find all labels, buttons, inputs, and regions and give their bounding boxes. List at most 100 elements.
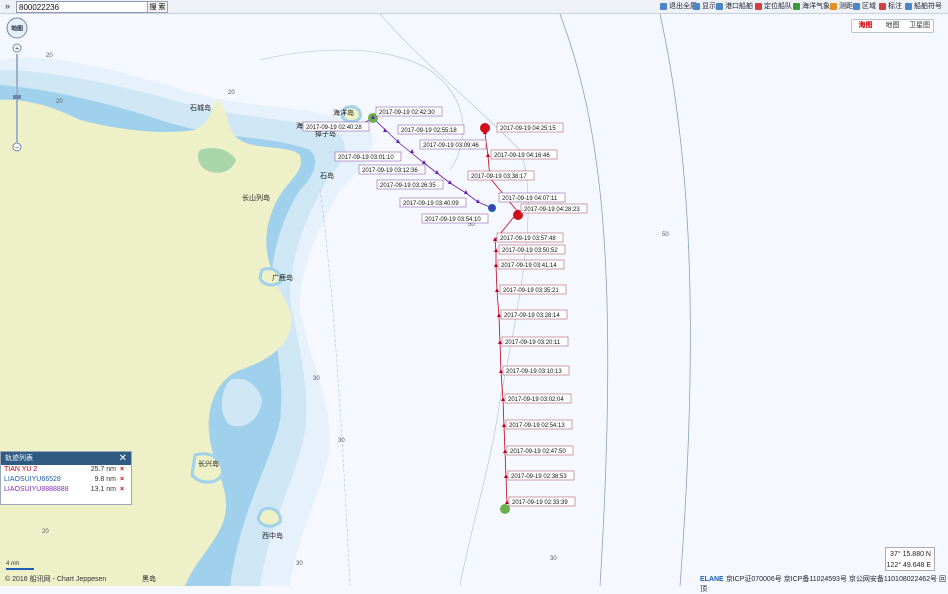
search-input[interactable] [16,1,148,13]
footer-links: ELANE 京ICP证070006号 京ICP备11024593号 京公网安备1… [700,574,948,594]
red-track-time-label: 2017-09-19 02:33:39 [512,500,568,506]
purple-track-time-label: 2017-09-19 03:09:46 [423,143,479,149]
scale-label: 4 nm [6,561,20,567]
toolbar-item[interactable]: 退出全屏 [660,1,697,11]
purple-track-time-label: 2017-09-19 03:26:35 [380,183,436,189]
toolbar-item-label: 定位船队 [764,3,792,10]
close-icon[interactable]: ✕ [119,452,127,465]
toolbar-item-icon [830,2,837,10]
track-distance: 25.7 nm [90,466,116,473]
red-track-time-label: 2017-09-19 04:25:15 [500,126,556,132]
latitude: 37° 15.880 N [890,551,931,558]
minus-icon: – [15,145,19,152]
remove-track-icon[interactable]: × [116,465,128,475]
red-track-time-label: 2017-09-19 02:47:50 [510,449,566,455]
track-panel-title: 轨迹列表 [5,455,33,462]
purple-track-time-label: 2017-09-19 02:55:18 [401,128,457,134]
toolbar-item-label: 标注 [888,3,902,10]
place-label: 石岛 [320,171,334,180]
layer-tab[interactable]: 海图 [852,20,879,32]
toolbar-item[interactable]: 区域 [853,1,876,11]
toolbar-item[interactable]: 港口船舶 [716,1,753,11]
longitude: 122° 49.648 E [886,562,931,569]
toolbar-item-icon [660,2,667,10]
red-track-time-label: 2017-09-19 03:50:52 [502,248,558,254]
copyright: © 2016 船讯网 - Chart Jeppesen [5,576,107,583]
place-label: 长山列岛 [242,193,270,202]
depth-label: 20 [228,90,235,96]
red-track-time-label: 2017-09-19 04:28:23 [524,207,580,213]
red-track-time-label: 2017-09-19 03:57:48 [500,236,556,242]
toolbar-item-icon [879,2,886,10]
toolbar-item-label: 显示 [702,3,716,10]
track-row[interactable]: TIAN YU 2 25.7 nm × [1,465,131,475]
place-label: 石城岛 [190,103,211,112]
toolbar-item-label: 测距 [839,3,853,10]
nautical-chart[interactable]: 20205050303020302030 海洋岛獐子岛石城岛广鹿岛长兴岛西中岛黑… [0,0,948,586]
place-label: 长兴岛 [198,459,219,468]
depth-label: 30 [296,561,303,567]
toolbar-item[interactable]: 海洋气象 [793,1,830,11]
toolbar-item-label: 船舶符号 [914,3,942,10]
track-row[interactable]: LIAOSUIYU66528 9.8 nm × [1,475,131,485]
elane-logo: ELANE [700,576,724,583]
purple-track-time-label: 2017-09-19 04:07:11 [502,196,558,202]
island-5 [256,506,282,528]
search-button[interactable]: 搜 索 [147,1,168,13]
red-track-time-label: 2017-09-19 03:28:14 [504,313,560,319]
red-track-time-label: 2017-09-19 03:02:04 [508,397,564,403]
purple-track-time-label: 2017-09-19 03:01:10 [338,155,394,161]
remove-track-icon[interactable]: × [116,475,128,485]
plus-icon: + [15,46,19,53]
place-label: 海洋岛 [333,108,354,117]
red-track-time-label: 2017-09-19 03:10:13 [506,369,562,375]
toolbar-item[interactable]: 标注 [879,1,902,11]
scale-bar: 4 nm [6,561,34,570]
purple-track-time-label: 2017-09-19 02:40:28 [306,125,362,131]
purple-track-time-label: 2017-09-19 03:54:10 [425,217,481,223]
track-start-marker[interactable] [500,504,510,514]
map-navigation: 地图 + – [4,17,32,160]
cursor-coordinates: 37° 15.880 N 122° 49.648 E [885,547,935,571]
red-track-time-label: 2017-09-19 04:16:46 [494,153,550,159]
depth-label: 50 [662,232,669,238]
red-track-time-label: 2017-09-19 03:35:21 [503,288,559,294]
red-track-time-label: 2017-09-19 03:20:11 [505,340,561,346]
place-label: 西中岛 [262,531,283,540]
layer-tab[interactable]: 地图 [879,20,906,32]
remove-track-icon[interactable]: × [116,485,128,495]
track-panel-header: 轨迹列表 ✕ [1,452,131,465]
toolbar-item[interactable]: 船舶符号 [905,1,942,11]
purple-track-time-label: 2017-09-19 02:42:30 [379,110,435,116]
top-toolbar: » 搜 索 退出全屏显示 港口船舶 定位船队 海洋气象 测距 区域 标注 船舶符号 [0,0,948,14]
layer-tabs: 海图 地图 卫星图 [851,19,934,33]
track-name: TIAN YU 2 [4,466,38,473]
scale-line [6,568,34,570]
toolbar-item-label: 区域 [862,3,876,10]
toolbar-item[interactable]: 定位船队 [755,1,792,11]
track-distance: 13.1 nm [90,486,116,493]
track-list-panel: 轨迹列表 ✕ TIAN YU 2 25.7 nm × LIAOSUIYU66528 9.… [0,451,132,505]
zoom-slider-handle[interactable] [13,95,21,99]
place-label: 黑岛 [142,574,156,583]
depth-label: 20 [56,99,63,105]
depth-label: 30 [338,438,345,444]
toolbar-item-icon [905,2,912,10]
footer-icp[interactable]: 京ICP证070006号 京ICP备11024593号 京公网安备1101080… [700,576,946,593]
toolbar-item-label: 港口船舶 [725,3,753,10]
compass-label: 地图 [11,25,23,33]
toolbar-item-icon [755,2,762,10]
collapse-arrow-icon[interactable]: » [5,1,10,11]
track-name: LIAOSUIYU8888888 [4,486,69,493]
toolbar-item[interactable]: 显示 [693,1,716,11]
toolbar-item-icon [793,2,800,10]
depth-label: 20 [46,53,53,59]
depth-label: 20 [42,529,49,535]
red-track-time-label: 2017-09-19 02:54:13 [509,423,565,429]
track-name: LIAOSUIYU66528 [4,476,61,483]
purple-track-time-label: 2017-09-19 03:12:36 [362,168,418,174]
layer-tab[interactable]: 卫星图 [906,20,933,32]
track-row[interactable]: LIAOSUIYU8888888 13.1 nm × [1,485,131,495]
toolbar-item[interactable]: 测距 [830,1,853,11]
red-track-time-label: 2017-09-19 03:41:14 [501,263,557,269]
